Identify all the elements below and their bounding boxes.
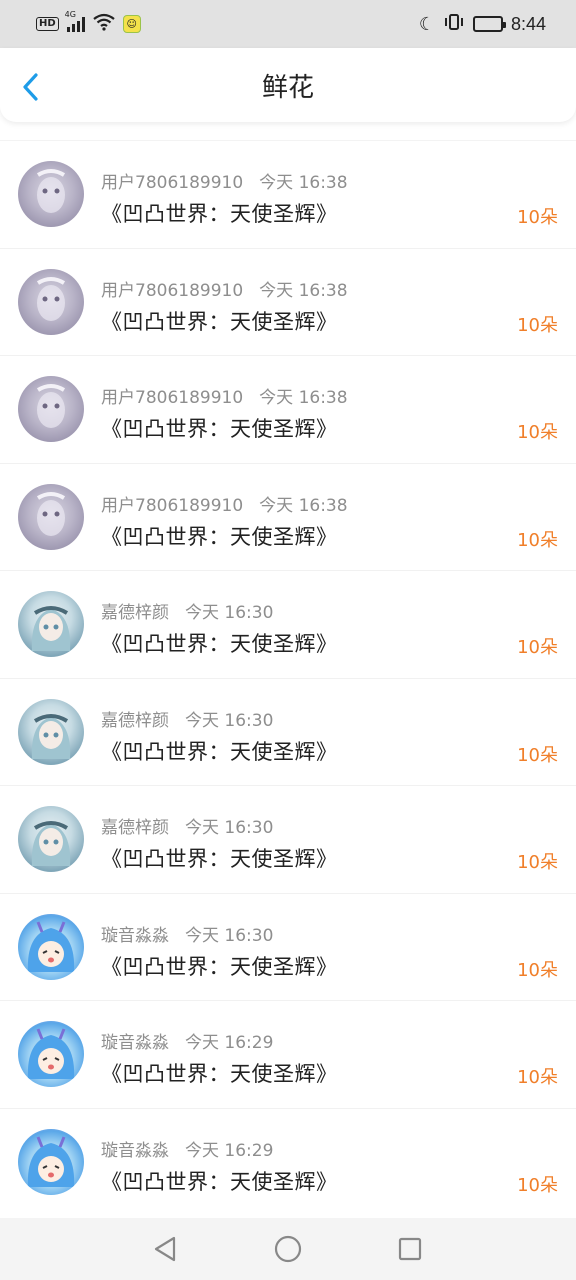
clock: 8:44 xyxy=(510,13,546,34)
avatar[interactable] xyxy=(18,806,84,872)
flower-count: 10朵 xyxy=(517,637,558,658)
flower-list: 用户7806189910 今天 16:38 《凹凸世界：天使圣辉》 10朵 用户… xyxy=(0,140,576,1215)
flower-count: 10朵 xyxy=(517,1067,558,1088)
meta-line: 用户7806189910 今天 16:38 xyxy=(101,168,348,193)
network-type-label: 4G xyxy=(64,10,76,19)
avatar[interactable] xyxy=(18,483,84,550)
wifi-icon xyxy=(92,13,115,35)
flower-count: 10朵 xyxy=(517,744,558,766)
chevron-left-icon xyxy=(23,73,38,101)
status-left: HD 4G ☺ xyxy=(36,10,141,35)
back-triangle-icon xyxy=(154,1236,176,1262)
recent-square-icon xyxy=(398,1237,422,1261)
timestamp: 今天 16:38 xyxy=(259,388,348,408)
nav-back-button[interactable] xyxy=(150,1234,180,1264)
avatar[interactable] xyxy=(18,913,84,980)
work-title[interactable]: 《凹凸世界：天使圣辉》 xyxy=(101,736,338,766)
username[interactable]: 嘉德梓颜 xyxy=(101,598,169,623)
meta-line: 璇音淼淼 今天 16:29 xyxy=(101,1028,273,1053)
username[interactable]: 用户7806189910 xyxy=(101,276,243,301)
timestamp: 今天 16:30 xyxy=(185,710,274,731)
timestamp: 今天 16:38 xyxy=(259,280,348,301)
flower-count: 10朵 xyxy=(517,529,558,551)
meta-line: 用户7806189910 今天 16:38 xyxy=(101,383,348,408)
work-title[interactable]: 《凹凸世界：天使圣辉》 xyxy=(101,306,338,336)
status-right: ☾ 8:44 xyxy=(419,13,546,35)
list-item[interactable]: 璇音淼淼 今天 16:30 《凹凸世界：天使圣辉》 10朵 xyxy=(0,892,576,1001)
username[interactable]: 嘉德梓颜 xyxy=(101,813,169,838)
nav-recent-button[interactable] xyxy=(395,1234,425,1264)
flower-count: 10朵 xyxy=(517,1174,558,1196)
app-notification-icon: ☺ xyxy=(122,15,141,33)
work-title[interactable]: 《凹凸世界：天使圣辉》 xyxy=(101,413,338,443)
moon-icon: ☾ xyxy=(418,13,435,35)
timestamp: 今天 16:30 xyxy=(185,603,274,623)
list-item[interactable]: 用户7806189910 今天 16:38 《凹凸世界：天使圣辉》 10朵 xyxy=(0,462,576,571)
back-button[interactable] xyxy=(18,72,42,102)
page-title: 鲜花 xyxy=(261,72,314,103)
timestamp: 今天 16:38 xyxy=(259,173,348,193)
flower-count: 10朵 xyxy=(517,314,558,336)
list-item[interactable]: 璇音淼淼 今天 16:29 《凹凸世界：天使圣辉》 10朵 xyxy=(0,1000,576,1108)
meta-line: 嘉德梓颜 今天 16:30 xyxy=(101,706,273,731)
meta-line: 嘉德梓颜 今天 16:30 xyxy=(101,598,273,623)
username[interactable]: 用户7806189910 xyxy=(101,168,243,193)
avatar[interactable] xyxy=(18,591,84,657)
work-title[interactable]: 《凹凸世界：天使圣辉》 xyxy=(101,628,338,658)
list-item[interactable]: 嘉德梓颜 今天 16:30 《凹凸世界：天使圣辉》 10朵 xyxy=(0,570,576,678)
username[interactable]: 用户7806189910 xyxy=(101,491,243,516)
system-nav-bar xyxy=(0,1218,576,1280)
flower-count: 10朵 xyxy=(517,959,558,981)
timestamp: 今天 16:30 xyxy=(185,925,274,946)
work-title[interactable]: 《凹凸世界：天使圣辉》 xyxy=(101,1166,338,1196)
home-circle-icon xyxy=(274,1235,302,1263)
avatar[interactable] xyxy=(18,161,84,227)
signal-icon: 4G xyxy=(65,10,85,32)
username[interactable]: 用户7806189910 xyxy=(101,383,243,408)
vibrate-icon xyxy=(443,13,465,35)
avatar[interactable] xyxy=(18,1128,84,1195)
meta-line: 嘉德梓颜 今天 16:30 xyxy=(101,813,273,838)
battery-icon xyxy=(472,16,506,32)
timestamp: 今天 16:29 xyxy=(185,1033,274,1053)
avatar[interactable] xyxy=(18,268,84,335)
list-item[interactable]: 用户7806189910 今天 16:38 《凹凸世界：天使圣辉》 10朵 xyxy=(0,247,576,356)
username[interactable]: 璇音淼淼 xyxy=(101,1028,169,1053)
avatar[interactable] xyxy=(18,698,84,765)
flower-count: 10朵 xyxy=(517,422,558,443)
work-title[interactable]: 《凹凸世界：天使圣辉》 xyxy=(101,951,338,981)
username[interactable]: 璇音淼淼 xyxy=(101,1136,169,1161)
meta-line: 璇音淼淼 今天 16:29 xyxy=(101,1136,273,1161)
status-bar: HD 4G ☺ ☾ 8:44 xyxy=(0,0,576,48)
title-bar: 鲜花 xyxy=(0,48,576,122)
work-title[interactable]: 《凹凸世界：天使圣辉》 xyxy=(101,198,338,228)
flower-count: 10朵 xyxy=(517,207,558,228)
list-item[interactable]: 用户7806189910 今天 16:38 《凹凸世界：天使圣辉》 10朵 xyxy=(0,140,576,248)
nav-home-button[interactable] xyxy=(273,1234,303,1264)
timestamp: 今天 16:30 xyxy=(185,818,274,838)
username[interactable]: 嘉德梓颜 xyxy=(101,706,169,731)
meta-line: 用户7806189910 今天 16:38 xyxy=(101,276,348,301)
work-title[interactable]: 《凹凸世界：天使圣辉》 xyxy=(101,1058,338,1088)
list-item[interactable]: 璇音淼淼 今天 16:29 《凹凸世界：天使圣辉》 10朵 xyxy=(0,1107,576,1216)
list-item[interactable]: 嘉德梓颜 今天 16:30 《凹凸世界：天使圣辉》 10朵 xyxy=(0,785,576,893)
avatar[interactable] xyxy=(18,376,84,442)
avatar[interactable] xyxy=(18,1021,84,1087)
meta-line: 璇音淼淼 今天 16:30 xyxy=(101,921,273,946)
work-title[interactable]: 《凹凸世界：天使圣辉》 xyxy=(101,843,338,873)
flower-count: 10朵 xyxy=(517,852,558,873)
work-title[interactable]: 《凹凸世界：天使圣辉》 xyxy=(101,521,338,551)
list-item[interactable]: 用户7806189910 今天 16:38 《凹凸世界：天使圣辉》 10朵 xyxy=(0,355,576,463)
timestamp: 今天 16:29 xyxy=(185,1140,274,1161)
username[interactable]: 璇音淼淼 xyxy=(101,921,169,946)
timestamp: 今天 16:38 xyxy=(259,495,348,516)
list-item[interactable]: 嘉德梓颜 今天 16:30 《凹凸世界：天使圣辉》 10朵 xyxy=(0,677,576,786)
hd-icon: HD xyxy=(36,17,59,31)
meta-line: 用户7806189910 今天 16:38 xyxy=(101,491,348,516)
